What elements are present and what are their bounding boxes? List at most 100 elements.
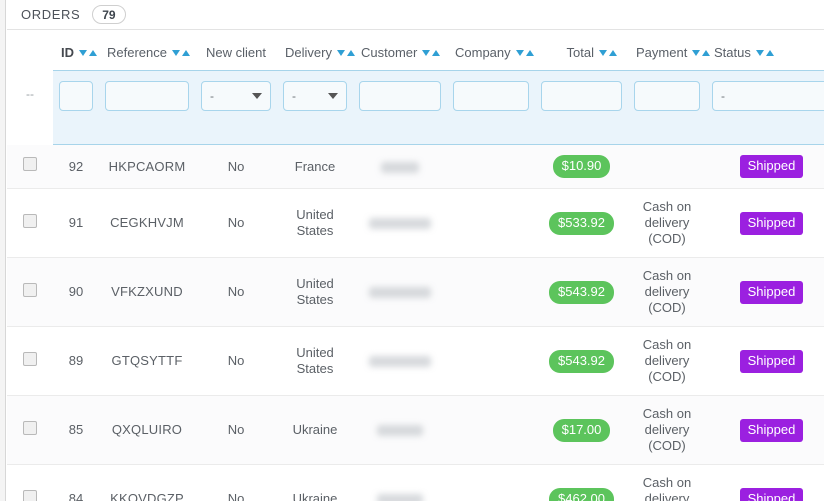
sort-controls-total[interactable]: [598, 44, 618, 59]
table-row[interactable]: 85 QXQLUIRO No Ukraine $17.00 Cash on deliver…: [7, 395, 824, 465]
cell-customer: [353, 464, 447, 501]
column-header-reference[interactable]: Reference: [99, 31, 195, 71]
sort-asc-icon[interactable]: [525, 49, 534, 56]
cell-total: $10.90: [535, 144, 628, 189]
chevron-down-icon: [252, 93, 262, 99]
order-delivery: Ukraine: [292, 491, 338, 501]
cell-company: [447, 326, 535, 396]
sort-desc-icon[interactable]: [515, 49, 524, 56]
customer-name-redacted: [369, 287, 431, 299]
sort-controls-payment[interactable]: [691, 44, 711, 59]
filter-cell-delivery: -: [277, 70, 353, 145]
filter-select-new-client[interactable]: -: [201, 81, 271, 111]
cell-id: 89: [53, 326, 99, 396]
sort-controls-status[interactable]: [755, 44, 775, 59]
cell-total: $462.00: [535, 464, 628, 501]
row-select-checkbox-cell: [7, 395, 53, 465]
table-row[interactable]: 89 GTQSYTTF No United States $543.92 Cash on …: [7, 326, 824, 396]
sort-asc-icon[interactable]: [702, 49, 711, 56]
table-row[interactable]: 92 HKPCAORM No France $10.90 Shipped: [7, 144, 824, 189]
column-header-status[interactable]: Status: [706, 31, 824, 71]
column-header-customer[interactable]: Customer: [353, 31, 447, 71]
sort-desc-icon[interactable]: [171, 49, 180, 56]
column-header-total[interactable]: Total: [535, 31, 628, 71]
filter-cell-status: -: [706, 70, 824, 145]
cell-customer: [353, 144, 447, 189]
sort-asc-icon[interactable]: [89, 49, 97, 56]
filter-input-total[interactable]: [541, 81, 622, 111]
sort-desc-icon[interactable]: [692, 49, 701, 56]
cell-status: Shipped: [706, 464, 824, 501]
cell-reference: GTQSYTTF: [99, 326, 195, 396]
column-header-payment[interactable]: Payment: [628, 31, 711, 71]
sort-controls-company[interactable]: [515, 44, 535, 59]
row-select-checkbox[interactable]: [23, 157, 37, 172]
column-label-status: Status: [714, 45, 751, 60]
order-id: 90: [68, 284, 84, 299]
cell-payment: Cash on delivery (COD): [628, 257, 706, 327]
panel-header: ORDERS 79: [7, 0, 824, 30]
cell-new-client: No: [195, 144, 277, 189]
sort-desc-icon[interactable]: [599, 49, 607, 56]
order-status-badge: Shipped: [739, 418, 804, 442]
cell-id: 92: [53, 144, 99, 189]
order-total-badge: $543.92: [549, 280, 614, 304]
order-status-badge: Shipped: [739, 280, 804, 304]
sort-asc-icon[interactable]: [181, 49, 190, 56]
order-id: 92: [68, 158, 84, 174]
row-select-checkbox[interactable]: [23, 421, 37, 435]
table-row[interactable]: 91 CEGKHVJM No United States $533.92 Cash on …: [7, 188, 824, 258]
column-label-delivery: Delivery: [285, 45, 332, 60]
cell-payment: [628, 144, 706, 189]
filter-input-company[interactable]: [453, 81, 529, 111]
sort-controls-delivery[interactable]: [336, 44, 356, 59]
filter-select-delivery[interactable]: -: [283, 81, 347, 111]
cell-reference: HKPCAORM: [99, 144, 195, 189]
row-select-checkbox-cell: [7, 257, 53, 327]
cell-status: Shipped: [706, 326, 824, 396]
row-select-checkbox[interactable]: [23, 283, 37, 297]
sort-controls-id[interactable]: [78, 44, 98, 59]
filter-input-reference[interactable]: [105, 81, 189, 111]
sort-asc-icon[interactable]: [432, 49, 441, 56]
order-payment: Cash on delivery (COD): [642, 406, 692, 453]
sort-desc-icon[interactable]: [755, 49, 764, 56]
filter-input-customer[interactable]: [359, 81, 441, 111]
orders-count-badge: 79: [92, 5, 126, 24]
cell-company: [447, 395, 535, 465]
filter-cell-payment: [628, 70, 706, 145]
cell-company: [447, 188, 535, 258]
sort-asc-icon[interactable]: [765, 49, 774, 56]
sort-asc-icon[interactable]: [609, 49, 617, 56]
row-select-checkbox[interactable]: [23, 352, 37, 366]
filter-input-payment[interactable]: [634, 81, 700, 111]
page-title: ORDERS: [21, 7, 81, 22]
sort-desc-icon[interactable]: [336, 49, 345, 56]
order-delivery: United States: [296, 207, 334, 238]
column-header-id[interactable]: ID: [53, 31, 99, 71]
sort-asc-icon[interactable]: [346, 49, 355, 56]
order-new-client: No: [227, 353, 245, 368]
order-reference: HKPCAORM: [108, 158, 186, 174]
chevron-down-icon: [328, 93, 338, 99]
filter-input-id[interactable]: [59, 81, 93, 111]
filter-cell-reference: [99, 70, 195, 145]
order-new-client: No: [227, 215, 245, 230]
filter-select-status[interactable]: -: [712, 81, 824, 111]
row-select-checkbox[interactable]: [23, 490, 37, 501]
sort-controls-reference[interactable]: [171, 44, 191, 59]
column-label-company: Company: [455, 45, 511, 60]
column-header-company[interactable]: Company: [447, 31, 535, 71]
sort-controls-customer[interactable]: [421, 44, 441, 59]
row-select-checkbox[interactable]: [23, 214, 37, 228]
sort-desc-icon[interactable]: [422, 49, 431, 56]
sort-desc-icon[interactable]: [79, 49, 87, 56]
cell-total: $533.92: [535, 188, 628, 258]
filter-row-label: --: [7, 70, 53, 145]
column-header-delivery[interactable]: Delivery: [277, 31, 356, 71]
table-row[interactable]: 84 KKOVDGZP No Ukraine $462.00 Cash on delive…: [7, 464, 824, 501]
column-label-total: Total: [566, 45, 594, 60]
order-new-client: No: [227, 422, 245, 437]
table-row[interactable]: 90 VFKZXUND No United States $543.92 Cash on …: [7, 257, 824, 327]
filter-select-status-value: -: [721, 89, 725, 103]
